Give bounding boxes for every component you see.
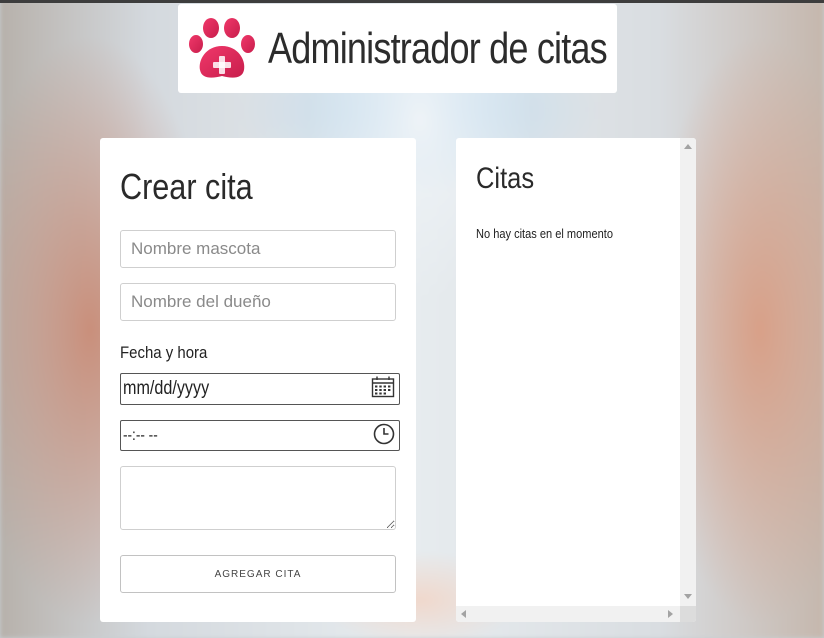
form-title: Crear cita	[120, 166, 253, 207]
appointments-list: Citas No hay citas en el momento	[456, 138, 680, 606]
vertical-scrollbar[interactable]	[680, 138, 696, 606]
symptoms-textarea[interactable]	[120, 466, 396, 530]
date-input-value: mm/dd/yyyy	[123, 378, 210, 399]
scroll-up-icon[interactable]	[684, 144, 692, 149]
calendar-icon[interactable]	[371, 376, 395, 402]
app-header: Administrador de citas	[178, 4, 617, 93]
owner-name-input[interactable]	[120, 283, 396, 321]
time-input[interactable]: --:-- --	[120, 420, 400, 451]
app-title: Administrador de citas	[268, 23, 608, 73]
empty-message: No hay citas en el momento	[476, 226, 613, 241]
add-appointment-button[interactable]: AGREGAR CITA	[120, 555, 396, 593]
datetime-label: Fecha y hora	[120, 343, 208, 362]
appointments-title: Citas	[476, 162, 535, 195]
appointments-card: Citas No hay citas en el momento	[456, 138, 696, 622]
pet-name-input[interactable]	[120, 230, 396, 268]
paw-plus-icon	[188, 16, 258, 82]
scroll-left-icon[interactable]	[461, 610, 466, 618]
time-input-value: --:-- --	[123, 426, 158, 444]
clock-icon[interactable]	[373, 423, 395, 449]
scrollbar-corner	[680, 606, 696, 622]
horizontal-scrollbar[interactable]	[456, 606, 680, 622]
create-appointment-card: Crear cita Fecha y hora mm/dd/yyyy --:--…	[100, 138, 416, 622]
top-border	[0, 0, 824, 3]
scroll-down-icon[interactable]	[684, 594, 692, 599]
date-input[interactable]: mm/dd/yyyy	[120, 373, 400, 405]
scroll-right-icon[interactable]	[668, 610, 673, 618]
